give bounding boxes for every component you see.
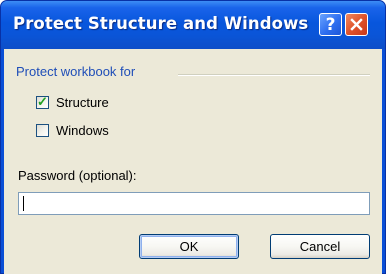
title-bar[interactable]: Protect Structure and Windows ?	[1, 1, 385, 49]
group-label: Protect workbook for	[16, 64, 136, 79]
dialog-window: Protect Structure and Windows ? Protect …	[0, 0, 386, 274]
close-button[interactable]	[345, 13, 368, 36]
password-label: Password (optional):	[18, 168, 137, 183]
close-icon	[350, 18, 363, 31]
help-icon: ?	[325, 14, 336, 35]
structure-label: Structure	[56, 94, 109, 110]
structure-option[interactable]: ✓ Structure	[36, 93, 109, 111]
dialog-body: Protect workbook for ✓ Structure Windows…	[4, 49, 382, 274]
windows-checkbox[interactable]	[36, 123, 49, 137]
windows-option[interactable]: Windows	[36, 121, 109, 139]
structure-checkbox[interactable]: ✓	[36, 93, 49, 109]
cancel-button[interactable]: Cancel	[270, 234, 370, 259]
checkmark-icon: ✓	[37, 93, 48, 109]
windows-label: Windows	[56, 122, 109, 138]
group-divider	[178, 74, 370, 76]
text-caret	[23, 196, 24, 211]
help-button[interactable]: ?	[319, 13, 342, 36]
ok-button[interactable]: OK	[139, 234, 239, 259]
password-input[interactable]	[18, 192, 370, 215]
dialog-title: Protect Structure and Windows	[13, 14, 309, 33]
